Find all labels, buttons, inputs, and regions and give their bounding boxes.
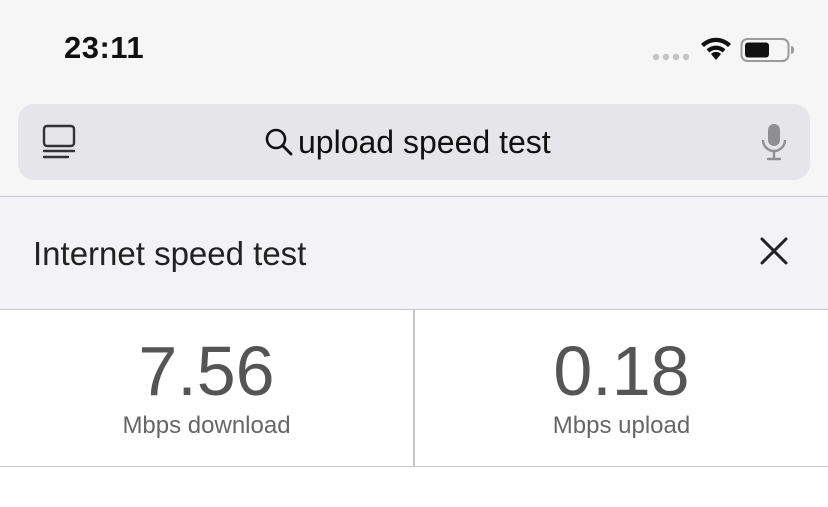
upload-unit: Mbps upload	[552, 412, 691, 439]
download-value: 7.56	[138, 332, 275, 410]
search-query-text: upload speed test	[298, 123, 551, 160]
download-result: 7.56 Mbps download	[0, 310, 413, 466]
wifi-icon	[701, 37, 731, 60]
card-title: Internet speed test	[33, 235, 307, 272]
download-unit: Mbps download	[122, 412, 291, 439]
browser-page: 23:11 upload speed test Internet speed t…	[0, 0, 828, 507]
speed-test-card-header: Internet speed test	[0, 197, 828, 310]
search-query[interactable]: upload speed test	[264, 122, 551, 162]
microphone-icon[interactable]	[760, 122, 788, 162]
search-icon	[265, 128, 293, 156]
search-area: upload speed test	[0, 100, 828, 197]
close-icon[interactable]	[758, 235, 790, 267]
tabs-icon[interactable]	[42, 124, 76, 162]
upload-result: 0.18 Mbps upload	[415, 310, 828, 466]
upload-value: 0.18	[553, 332, 690, 410]
status-time: 23:11	[64, 30, 145, 65]
status-bar: 23:11	[0, 0, 828, 100]
signal-dots-icon	[652, 53, 690, 61]
search-box[interactable]: upload speed test	[18, 104, 810, 180]
speed-results: 7.56 Mbps download 0.18 Mbps upload	[0, 310, 828, 467]
battery-icon	[740, 38, 794, 62]
